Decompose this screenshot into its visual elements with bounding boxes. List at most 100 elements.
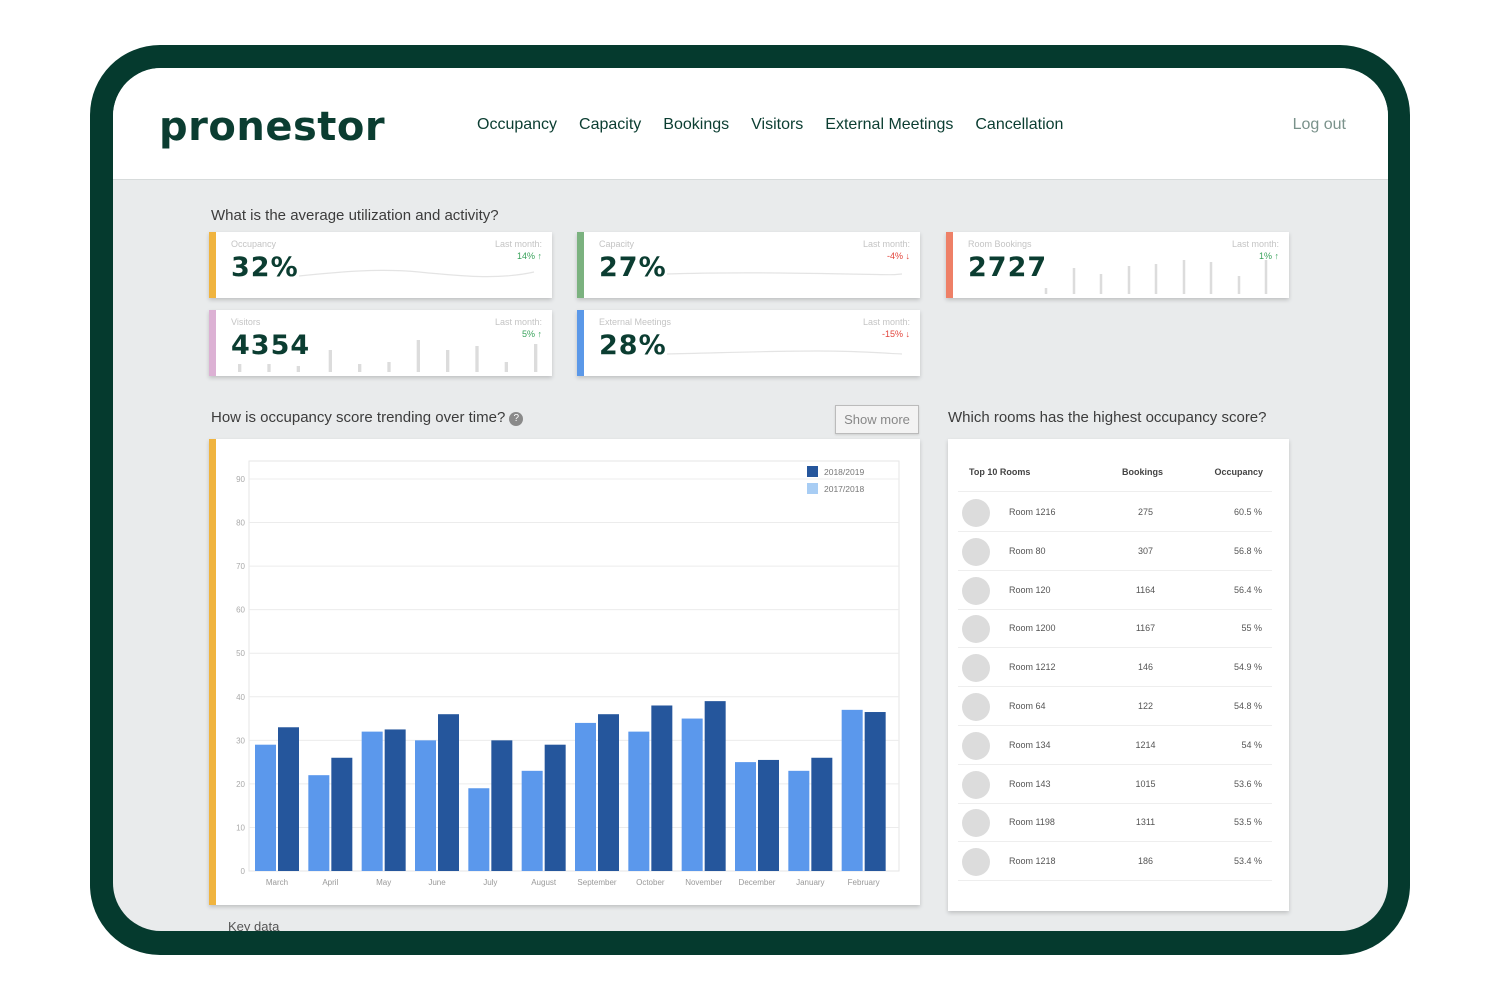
kpi-card-external-meetings[interactable]: External Meetings Last month: -15% ↓ 28%	[577, 310, 920, 376]
room-occupancy: 53.6 %	[1233, 778, 1262, 789]
x-tick-label: June	[428, 878, 446, 887]
kpi-last-month-label: Last month:	[494, 239, 542, 249]
room-occupancy: 56.8 %	[1233, 545, 1262, 556]
nav-occupancy[interactable]: Occupancy	[477, 116, 557, 134]
x-tick-label: November	[685, 878, 722, 887]
kpi-accent-bar	[209, 232, 216, 298]
x-tick-label: March	[266, 878, 288, 887]
kpi-label: Visitors	[231, 317, 261, 327]
bar-may-2018-2019	[384, 729, 406, 871]
x-tick-label: August	[531, 878, 557, 887]
table-row[interactable]: Room 1200 1167 55 %	[958, 609, 1272, 649]
nav-capacity[interactable]: Capacity	[579, 116, 641, 134]
nav-external-meetings[interactable]: External Meetings	[825, 116, 953, 134]
kpi-last-month-label: Last month:	[1231, 239, 1279, 249]
x-tick-label: September	[577, 878, 616, 887]
bar-january-2017-2018	[788, 770, 810, 871]
room-occupancy: 53.5 %	[1233, 817, 1262, 828]
bar-january-2018-2019	[811, 757, 833, 871]
bar-march-2018-2019	[278, 727, 299, 871]
room-avatar	[962, 731, 990, 760]
table-row[interactable]: Room 1212 146 54.9 %	[958, 648, 1272, 688]
room-bookings: 146	[1137, 662, 1154, 673]
bar-december-2018-2019	[758, 759, 779, 871]
y-tick-label: 30	[236, 736, 245, 745]
bar-february-2017-2018	[841, 709, 863, 871]
room-avatar	[962, 615, 990, 644]
bar-september-2017-2018	[575, 722, 596, 871]
bar-december-2017-2018	[735, 762, 756, 871]
dashboard-screen: pronestor Occupancy Capacity Bookings Vi…	[113, 68, 1388, 931]
nav-visitors[interactable]: Visitors	[751, 116, 803, 134]
kpi-sparkline	[667, 272, 903, 276]
bar-chart: 0 10 20 30 40 50 60 70 80 90 March April May June July…	[236, 460, 900, 887]
room-occupancy: 55 %	[1241, 623, 1262, 634]
nav-bookings[interactable]: Bookings	[663, 116, 729, 134]
kpi-label: Room Bookings	[968, 239, 1032, 249]
x-tick-label: January	[796, 878, 824, 887]
kpi-last-month-label: Last month:	[862, 239, 910, 249]
table-row[interactable]: Room 80 307 56.8 %	[958, 532, 1272, 571]
kpi-card-occupancy[interactable]: Occupancy Last month: 14% ↑ 32%	[209, 232, 552, 298]
table-row[interactable]: Room 143 1015 53.6 %	[958, 765, 1272, 804]
top-rooms-table: Top 10 Rooms Bookings Occupancy Room 121…	[948, 439, 1289, 911]
y-tick-label: 50	[236, 649, 245, 658]
pronestor-logo[interactable]: pronestor	[159, 104, 385, 150]
table-row[interactable]: Room 134 1214 54 %	[958, 726, 1272, 765]
room-avatar	[962, 576, 990, 605]
x-tick-label: April	[322, 878, 338, 887]
room-bookings: 275	[1137, 507, 1154, 517]
kpi-accent-bar	[577, 232, 584, 298]
room-bookings: 186	[1137, 856, 1154, 867]
utilization-question: What is the average utilization and acti…	[211, 207, 499, 224]
kpi-value: 32%	[231, 252, 299, 283]
occupancy-trend-chart: 0 10 20 30 40 50 60 70 80 90 March April May June July…	[209, 439, 920, 905]
trend-question-text: How is occupancy score trending over tim…	[211, 409, 506, 426]
y-tick-label: 80	[236, 519, 245, 528]
bar-august-2018-2019	[544, 744, 566, 871]
kpi-last-month-label: Last month:	[494, 317, 542, 327]
bar-october-2017-2018	[628, 731, 650, 871]
bar-march-2017-2018	[255, 744, 276, 871]
table-row[interactable]: Room 1218 186 53.4 %	[958, 842, 1272, 882]
room-bookings: 307	[1137, 545, 1154, 556]
x-tick-label: July	[483, 878, 497, 887]
table-row[interactable]: Room 1198 1311 53.5 %	[958, 803, 1272, 843]
x-tick-label: May	[376, 878, 391, 887]
room-avatar	[962, 809, 990, 838]
logout-link[interactable]: Log out	[1293, 116, 1346, 134]
legend-label: 2017/2018	[824, 484, 864, 494]
room-name: Room 80	[1009, 545, 1046, 556]
room-bookings: 122	[1137, 701, 1154, 711]
room-avatar	[962, 537, 990, 566]
kpi-card-room-bookings[interactable]: Room Bookings Last month: 1% ↑ 2727	[946, 232, 1289, 298]
room-occupancy: 56.4 %	[1233, 584, 1262, 595]
help-icon[interactable]: ?	[509, 412, 524, 426]
kpi-card-capacity[interactable]: Capacity Last month: -4% ↓ 27%	[577, 232, 920, 298]
table-row[interactable]: Room 1216 275 60.5 %	[958, 493, 1272, 532]
table-header-divider	[958, 491, 1272, 492]
room-occupancy: 60.5 %	[1233, 507, 1262, 517]
bar-april-2017-2018	[308, 775, 330, 871]
room-name: Room 64	[1009, 701, 1046, 711]
main-nav: Occupancy Capacity Bookings Visitors Ext…	[477, 116, 1063, 134]
room-avatar	[962, 848, 990, 877]
rooms-question: Which rooms has the highest occupancy sc…	[948, 409, 1267, 426]
kpi-accent-bar	[946, 232, 953, 298]
show-more-button[interactable]: Show more	[835, 405, 919, 434]
bar-june-2018-2019	[438, 714, 459, 871]
kpi-sparkline	[238, 340, 538, 372]
nav-cancellation[interactable]: Cancellation	[975, 116, 1063, 134]
kpi-sparkline	[667, 350, 903, 355]
top-navbar: pronestor Occupancy Capacity Bookings Vi…	[113, 68, 1388, 180]
room-name: Room 1216	[1009, 507, 1056, 517]
table-row[interactable]: Room 120 1164 56.4 %	[958, 571, 1272, 610]
kpi-value: 27%	[599, 252, 667, 283]
room-avatar	[962, 693, 990, 721]
y-tick-label: 90	[236, 475, 245, 484]
y-tick-label: 20	[236, 780, 245, 789]
kpi-label: Occupancy	[231, 239, 277, 249]
table-row[interactable]: Room 64 122 54.8 %	[958, 687, 1272, 726]
y-tick-label: 70	[236, 562, 245, 571]
kpi-card-visitors[interactable]: Visitors Last month: 5% ↑ 4354	[209, 310, 552, 376]
